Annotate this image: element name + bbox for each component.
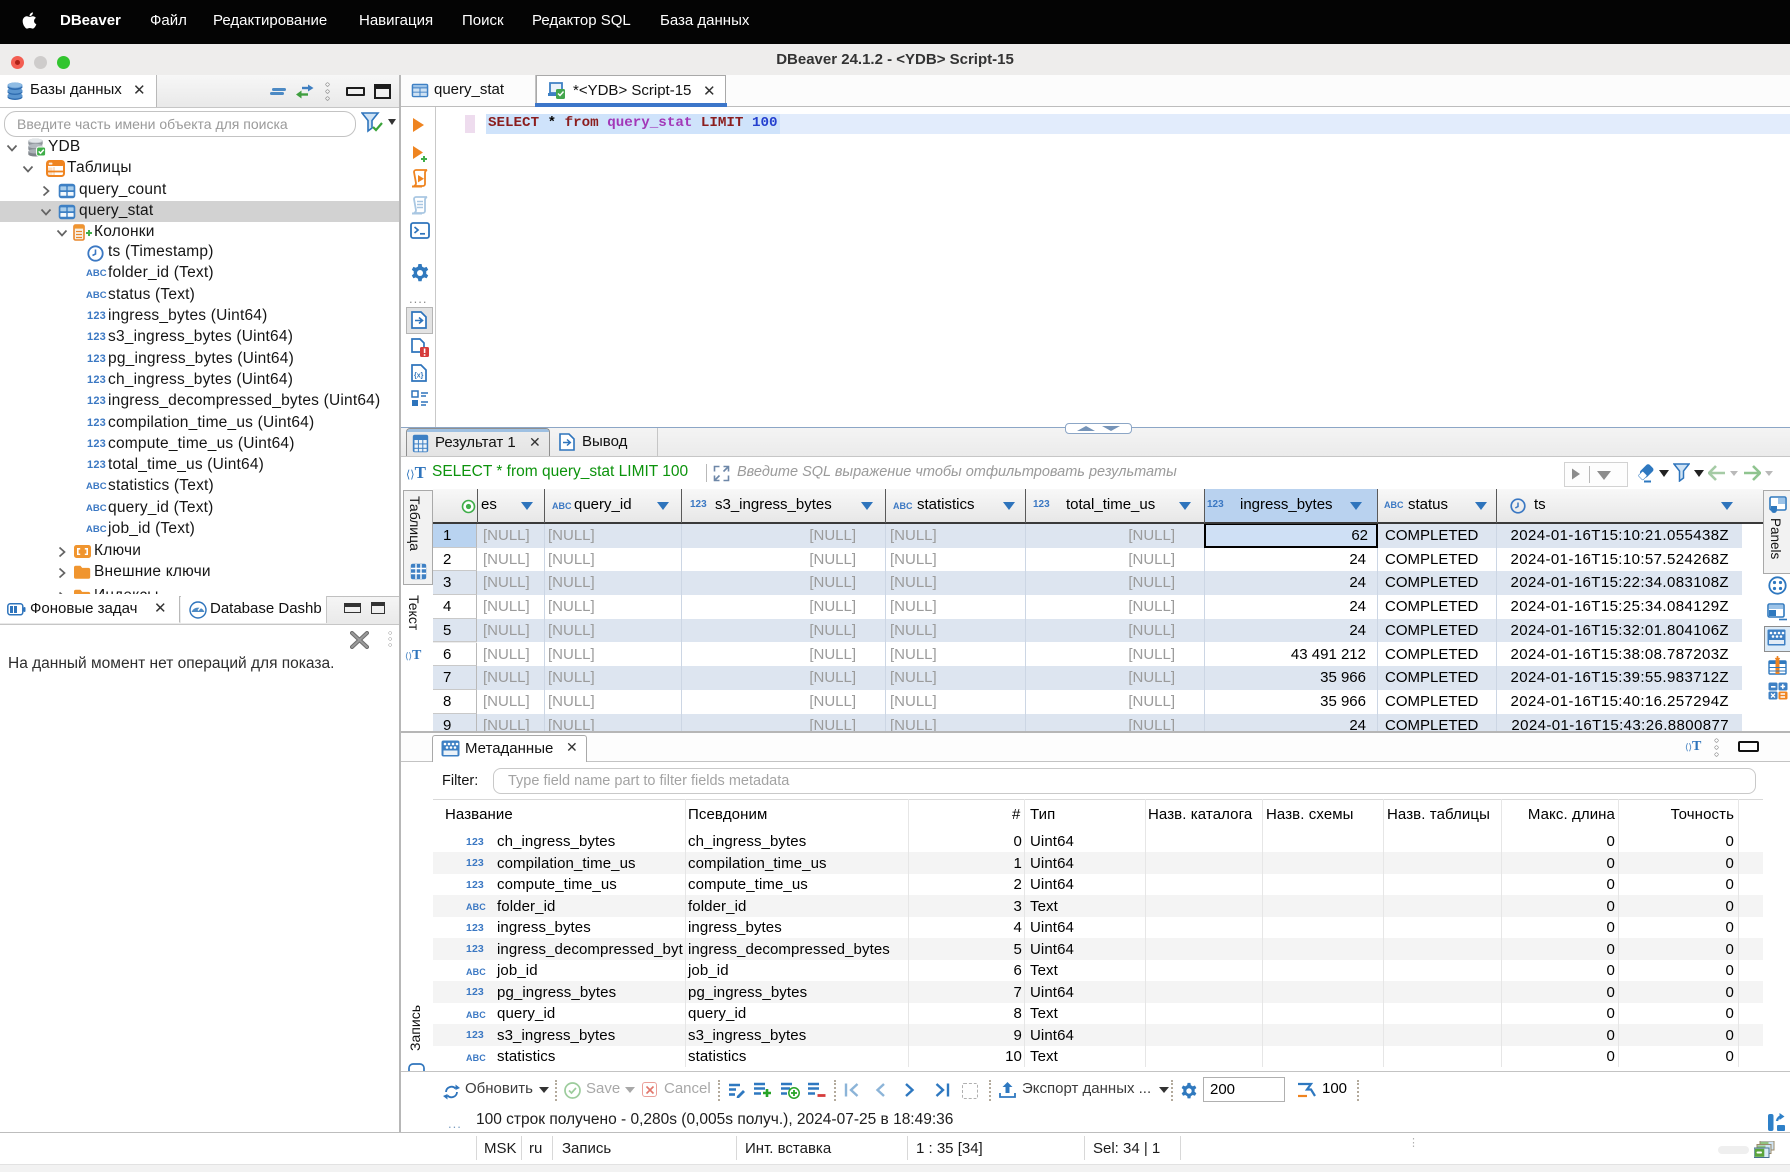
svg-text:{x}: {x}: [414, 373, 424, 380]
